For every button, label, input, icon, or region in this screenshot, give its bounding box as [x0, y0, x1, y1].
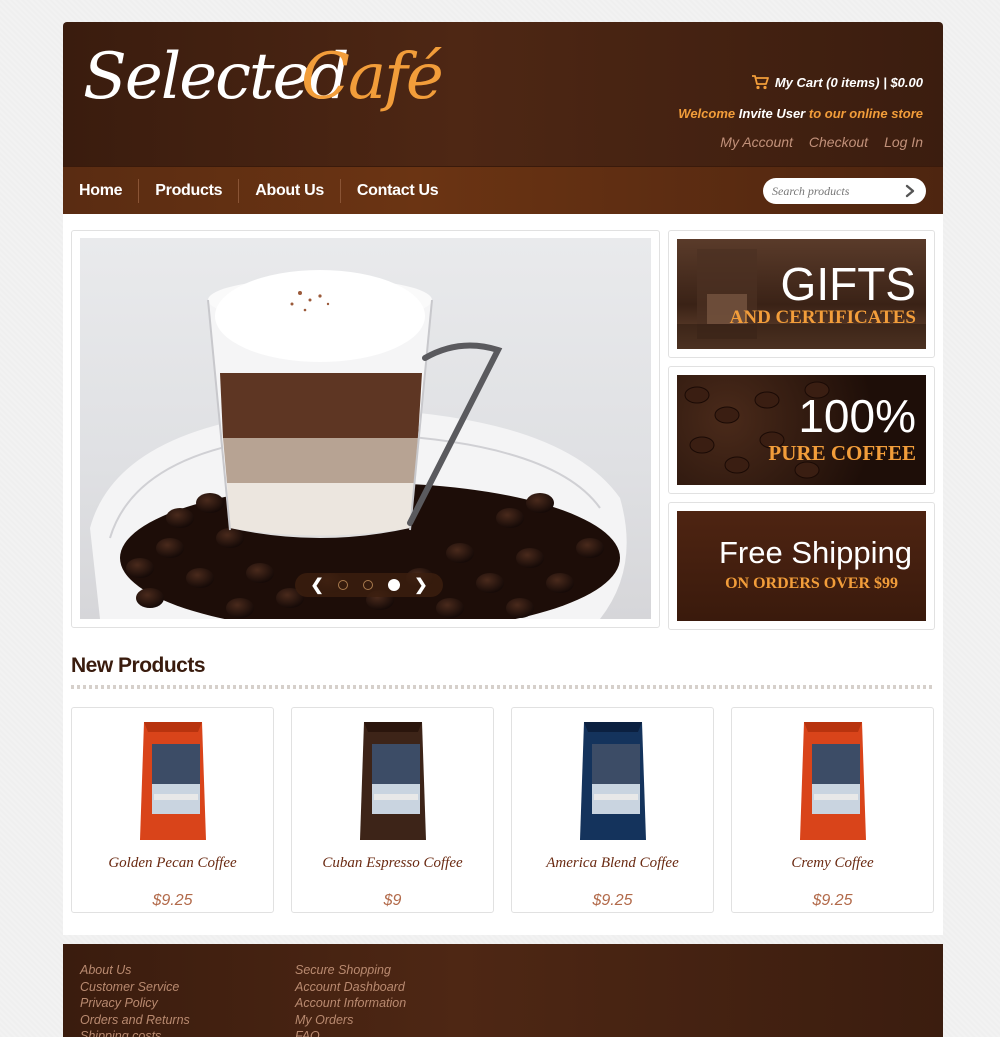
product-price: $9.25	[592, 892, 633, 909]
footer-link-privacy-policy[interactable]: Privacy Policy	[80, 995, 190, 1012]
product-card[interactable]: America Blend Coffee $9.25	[511, 707, 714, 913]
welcome-suffix: to our online store	[808, 106, 923, 121]
section-title-new-products: New Products	[71, 654, 206, 677]
footer-link-orders-returns[interactable]: Orders and Returns	[80, 1012, 190, 1029]
promo-gifts-subtitle: AND CERTIFICATES	[729, 307, 916, 328]
footer-link-secure-shopping[interactable]: Secure Shopping	[295, 962, 406, 979]
slider-dot-1[interactable]	[338, 580, 349, 590]
product-card[interactable]: Cuban Espresso Coffee $9	[291, 707, 494, 913]
promo-free-shipping-title: Free Shipping	[718, 535, 912, 570]
slider-next-button[interactable]: ❯	[414, 575, 427, 595]
nav-items: Home Products About Us Contact Us	[63, 167, 454, 215]
promo-pure-coffee-title: 100%	[798, 390, 916, 442]
product-name[interactable]: Cuban Espresso Coffee	[292, 855, 493, 872]
nav-item-products[interactable]: Products	[138, 179, 238, 203]
welcome-user: Invite User	[738, 106, 806, 121]
slider-controls: ❮ ❯	[295, 573, 443, 597]
checkout-link[interactable]: Checkout	[809, 134, 868, 150]
footer-col-info: About Us Customer Service Privacy Policy…	[80, 962, 190, 1037]
coffee-bag-image	[360, 722, 426, 840]
promo-free-shipping[interactable]: Free Shipping ON ORDERS OVER $99	[668, 502, 935, 630]
promo-pure-coffee[interactable]: 100% PURE COFFEE	[668, 366, 935, 494]
coffee-bag-image	[140, 722, 206, 840]
promo-free-shipping-banner: Free Shipping ON ORDERS OVER $99	[677, 511, 926, 621]
chevron-right-icon	[905, 184, 915, 198]
hero-slide-image: ❮ ❯	[80, 238, 651, 619]
product-price: $9.25	[812, 892, 853, 909]
welcome-prefix: Welcome	[678, 106, 736, 121]
nav-item-home[interactable]: Home	[63, 179, 138, 203]
cart-icon	[751, 75, 769, 90]
product-card[interactable]: Golden Pecan Coffee $9.25	[71, 707, 274, 913]
search-input[interactable]	[772, 183, 898, 199]
login-link[interactable]: Log In	[884, 134, 923, 150]
footer-link-shipping-costs[interactable]: Shipping costs	[80, 1028, 190, 1037]
slider-dot-3[interactable]	[387, 579, 400, 591]
promo-gifts[interactable]: GIFTS AND CERTIFICATES	[668, 230, 935, 358]
search-box	[763, 178, 926, 204]
latte-cup-image	[90, 270, 627, 619]
product-name[interactable]: Golden Pecan Coffee	[72, 855, 273, 872]
footer-link-customer-service[interactable]: Customer Service	[80, 979, 190, 996]
nav-item-contact-us[interactable]: Contact Us	[339, 179, 454, 203]
account-links: My Account Checkout Log In	[720, 134, 923, 150]
footer-link-about-us[interactable]: About Us	[80, 962, 190, 979]
section-divider	[71, 685, 935, 689]
footer-link-account-information[interactable]: Account Information	[295, 995, 406, 1012]
promo-pure-coffee-subtitle: PURE COFFEE	[768, 441, 916, 465]
main-nav: Home Products About Us Contact Us	[63, 166, 943, 219]
footer-col-account: Secure Shopping Account Dashboard Accoun…	[295, 962, 406, 1037]
footer-link-faq[interactable]: FAQ	[295, 1028, 406, 1037]
welcome-message: Welcome Invite User to our online store	[678, 106, 923, 121]
footer-link-account-dashboard[interactable]: Account Dashboard	[295, 979, 406, 996]
product-card[interactable]: Cremy Coffee $9.25	[731, 707, 934, 913]
promo-pure-coffee-banner: 100% PURE COFFEE	[677, 375, 926, 485]
my-account-link[interactable]: My Account	[720, 134, 793, 150]
promo-gifts-banner: GIFTS AND CERTIFICATES	[677, 239, 926, 349]
promo-free-shipping-subtitle: ON ORDERS OVER $99	[725, 575, 898, 592]
product-name[interactable]: America Blend Coffee	[512, 855, 713, 872]
search-button[interactable]	[898, 179, 922, 203]
slider-dot-2[interactable]	[362, 580, 373, 590]
product-price: $9.25	[152, 892, 193, 909]
cart-summary[interactable]: My Cart (0 items) | $0.00	[751, 74, 923, 90]
site-header: Selected Café My Cart (0 items) | $0.00 …	[63, 22, 943, 166]
site-footer: About Us Customer Service Privacy Policy…	[63, 944, 943, 1037]
slider-prev-button[interactable]: ❮	[310, 575, 323, 595]
coffee-bag-image	[580, 722, 646, 840]
nav-item-about-us[interactable]: About Us	[238, 179, 340, 203]
main-content: ❮ ❯ GIFTS AND CERTIFICATES 100% PURE COF…	[63, 214, 943, 935]
page: Selected Café My Cart (0 items) | $0.00 …	[63, 22, 943, 1037]
promo-gifts-title: GIFTS	[780, 258, 916, 310]
cart-text: My Cart (0 items) | $0.00	[774, 74, 923, 90]
hero-slider: ❮ ❯	[71, 230, 660, 628]
product-name[interactable]: Cremy Coffee	[732, 855, 933, 872]
coffee-bag-image	[800, 722, 866, 840]
footer-link-my-orders[interactable]: My Orders	[295, 1012, 406, 1029]
logo-word-cafe: Café	[301, 40, 444, 114]
product-price: $9	[383, 892, 402, 909]
